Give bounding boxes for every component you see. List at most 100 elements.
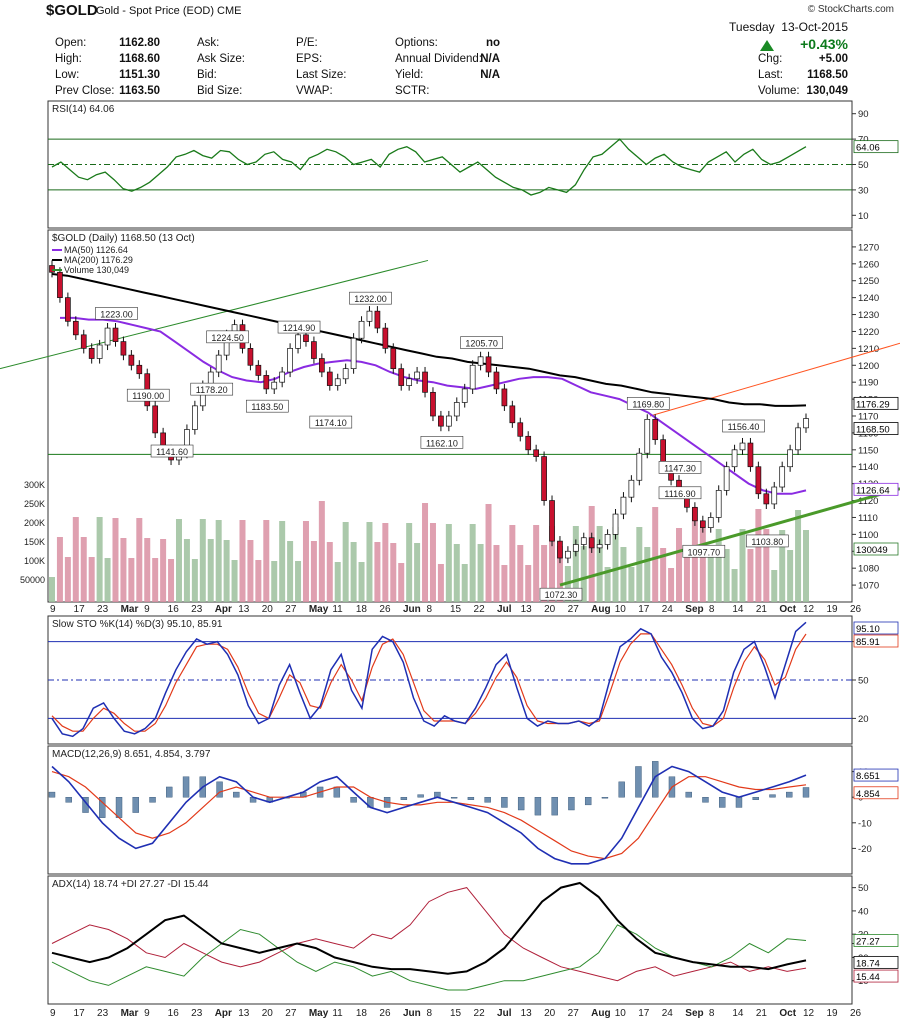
volume-bar (160, 539, 167, 602)
volume-bar (104, 558, 111, 602)
price-annotation: 1072.30 (545, 590, 578, 600)
price-axis-tick-label: 1080 (858, 564, 879, 575)
candle-body (215, 354, 222, 373)
volume-bar (120, 538, 127, 602)
candle-body (596, 544, 603, 549)
candle-body (477, 356, 484, 366)
macd-axis-tick-label: -10 (858, 818, 872, 829)
candle-body (517, 422, 524, 437)
price-axis-tick-label: 1100 (858, 530, 878, 541)
candle-body (557, 540, 563, 559)
price-annotation: 1174.10 (315, 418, 347, 428)
x-axis-label-bottom: 9 (144, 1008, 150, 1019)
candle-body (723, 466, 730, 491)
candle-body (580, 537, 587, 545)
volume-bar (231, 560, 238, 602)
price-axis-tick-label: 1200 (858, 361, 879, 372)
volume-axis-label: 250K (24, 499, 45, 509)
macd-histogram-bar (601, 797, 609, 799)
candle-body (422, 371, 428, 393)
x-axis-label-bottom: 17 (638, 1008, 650, 1019)
candle-body (509, 405, 516, 424)
volume-bar (771, 570, 778, 602)
volume-bar (342, 522, 349, 602)
x-axis-label-bottom: 16 (168, 1008, 180, 1019)
candle-body (803, 418, 809, 429)
candle-body (120, 341, 127, 356)
volume-bar (501, 565, 508, 602)
adx-axis-tick-label: 40 (858, 906, 869, 917)
macd-histogram-bar (467, 797, 475, 800)
price-axis-tick-label: 1220 (858, 327, 879, 338)
candle-body (787, 449, 793, 468)
ma50-last-label: 1126.64 (856, 485, 890, 496)
x-axis-label: 16 (168, 604, 180, 615)
x-axis-label: 11 (332, 604, 343, 615)
candle-body (692, 506, 698, 522)
price-axis-tick-label: 1260 (858, 259, 879, 270)
candle-body (572, 544, 579, 552)
macd-histogram-bar (584, 797, 592, 806)
x-axis-label-bottom: 15 (450, 1008, 462, 1019)
volume-bar (398, 563, 405, 602)
candle-body (295, 334, 301, 349)
volume-bar (287, 541, 294, 602)
x-axis-label-bottom: 26 (379, 1008, 391, 1019)
macd-histogram-bar (685, 791, 692, 798)
x-axis-label-bottom: 23 (97, 1008, 109, 1019)
volume-bar (429, 523, 436, 602)
x-axis-label: 15 (450, 604, 462, 615)
volume-bar (302, 521, 309, 602)
macd-histogram-bar (166, 786, 173, 798)
price-annotation: 1223.00 (100, 309, 133, 319)
candle-body (771, 486, 778, 505)
candle-body (319, 358, 325, 373)
volume-bar (271, 561, 278, 602)
price-annotation: 1097.70 (688, 547, 721, 557)
x-axis-label: 23 (97, 604, 109, 615)
x-axis-label: 9 (144, 604, 150, 615)
candle-body (88, 348, 95, 359)
price-axis-tick-label: 1110 (858, 513, 878, 524)
volume-bar (628, 567, 635, 602)
volume-axis-label: 200K (24, 518, 45, 528)
volume-bar (493, 545, 500, 602)
candle-body (342, 368, 349, 380)
candle-body (525, 435, 532, 451)
x-axis-label-bottom: 11 (332, 1008, 343, 1019)
x-axis-label-bottom: 21 (756, 1008, 768, 1019)
volume-bar (334, 562, 341, 602)
candle-body (755, 466, 762, 495)
x-axis-label-bottom: Jul (497, 1008, 512, 1019)
candle-body (303, 334, 309, 342)
volume-bar (72, 517, 79, 602)
volume-axis-label: 300K (24, 480, 45, 490)
candle-body (763, 493, 770, 505)
legend-label: MA(200) 1176.29 (64, 255, 133, 265)
volume-bar (80, 537, 87, 602)
volume-bar (525, 565, 532, 602)
price-axis-tick-label: 1190 (858, 378, 878, 389)
volume-bar (263, 520, 270, 602)
x-axis-label: Apr (215, 604, 232, 615)
volume-bar (310, 541, 317, 602)
macd-histogram-bar (786, 791, 793, 798)
price-title: $GOLD (Daily) 1168.50 (13 Oct) (52, 233, 195, 244)
candle-body (112, 327, 119, 342)
volume-bar (64, 557, 71, 602)
candle-body (57, 271, 63, 298)
volume-bar (699, 528, 706, 602)
x-axis-label-bottom: 24 (662, 1008, 674, 1019)
price-annotation: 1141.60 (156, 447, 188, 457)
rsi-axis-tick-label: 90 (858, 109, 869, 120)
rsi-last-label: 64.06 (856, 143, 880, 154)
volume-bar (279, 521, 286, 602)
candle-body (636, 452, 643, 481)
x-axis-label-bottom: 23 (191, 1008, 203, 1019)
macd-histogram-bar (149, 797, 156, 803)
price-axis-tick-label: 1230 (858, 310, 879, 321)
x-axis-label: 12 (803, 604, 815, 615)
volume-axis-label: 100K (24, 556, 45, 566)
sto-axis-tick-label: 50 (858, 676, 869, 687)
volume-bar (350, 542, 357, 602)
